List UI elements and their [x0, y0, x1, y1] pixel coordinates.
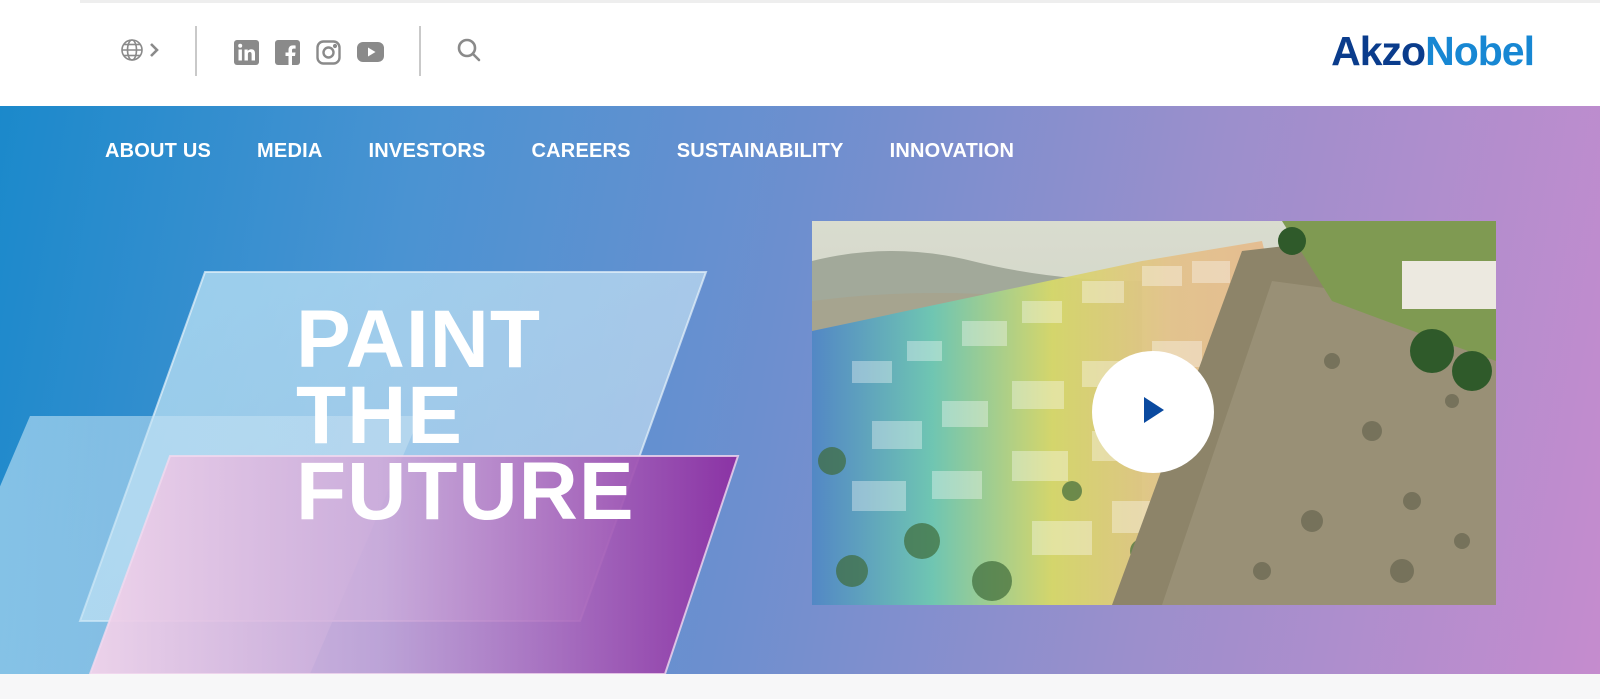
header-top-border [80, 0, 1600, 3]
nav-item-investors[interactable]: INVESTORS [369, 140, 486, 163]
globe-icon [120, 38, 144, 67]
page-background-strip [0, 674, 1600, 699]
instagram-icon[interactable] [316, 39, 341, 65]
utility-header: Akzo Nobel [0, 0, 1600, 106]
headline-line-2: THE [296, 370, 463, 461]
hero-video[interactable] [812, 221, 1496, 605]
logo-text-akzo: Akzo [1331, 28, 1426, 74]
play-icon [1138, 393, 1168, 432]
search-icon [456, 37, 482, 68]
headline-line-1: PAINT [296, 294, 541, 385]
main-navigation: ABOUT US MEDIA INVESTORS CAREERS SUSTAIN… [105, 140, 1014, 163]
logo-text-nobel: Nobel [1425, 28, 1535, 74]
hero-headline: PAINT THE FUTURE [296, 294, 635, 537]
nav-item-about-us[interactable]: ABOUT US [105, 140, 211, 163]
search-button[interactable] [456, 34, 484, 70]
nav-item-sustainability[interactable]: SUSTAINABILITY [677, 140, 844, 163]
akzonobel-logo[interactable]: Akzo Nobel [1331, 28, 1535, 74]
hero-banner: ABOUT US MEDIA INVESTORS CAREERS SUSTAIN… [0, 106, 1600, 674]
linkedin-icon[interactable] [234, 39, 259, 65]
header-divider [419, 26, 421, 76]
facebook-icon[interactable] [275, 39, 300, 65]
nav-item-careers[interactable]: CAREERS [532, 140, 631, 163]
language-selector[interactable] [120, 34, 166, 70]
youtube-icon[interactable] [357, 40, 384, 65]
chevron-right-icon [148, 42, 160, 63]
nav-item-innovation[interactable]: INNOVATION [890, 140, 1015, 163]
social-links [234, 34, 384, 70]
play-button[interactable] [1092, 351, 1214, 473]
header-divider [195, 26, 197, 76]
headline-line-3: FUTURE [296, 446, 635, 537]
nav-item-media[interactable]: MEDIA [257, 140, 322, 163]
